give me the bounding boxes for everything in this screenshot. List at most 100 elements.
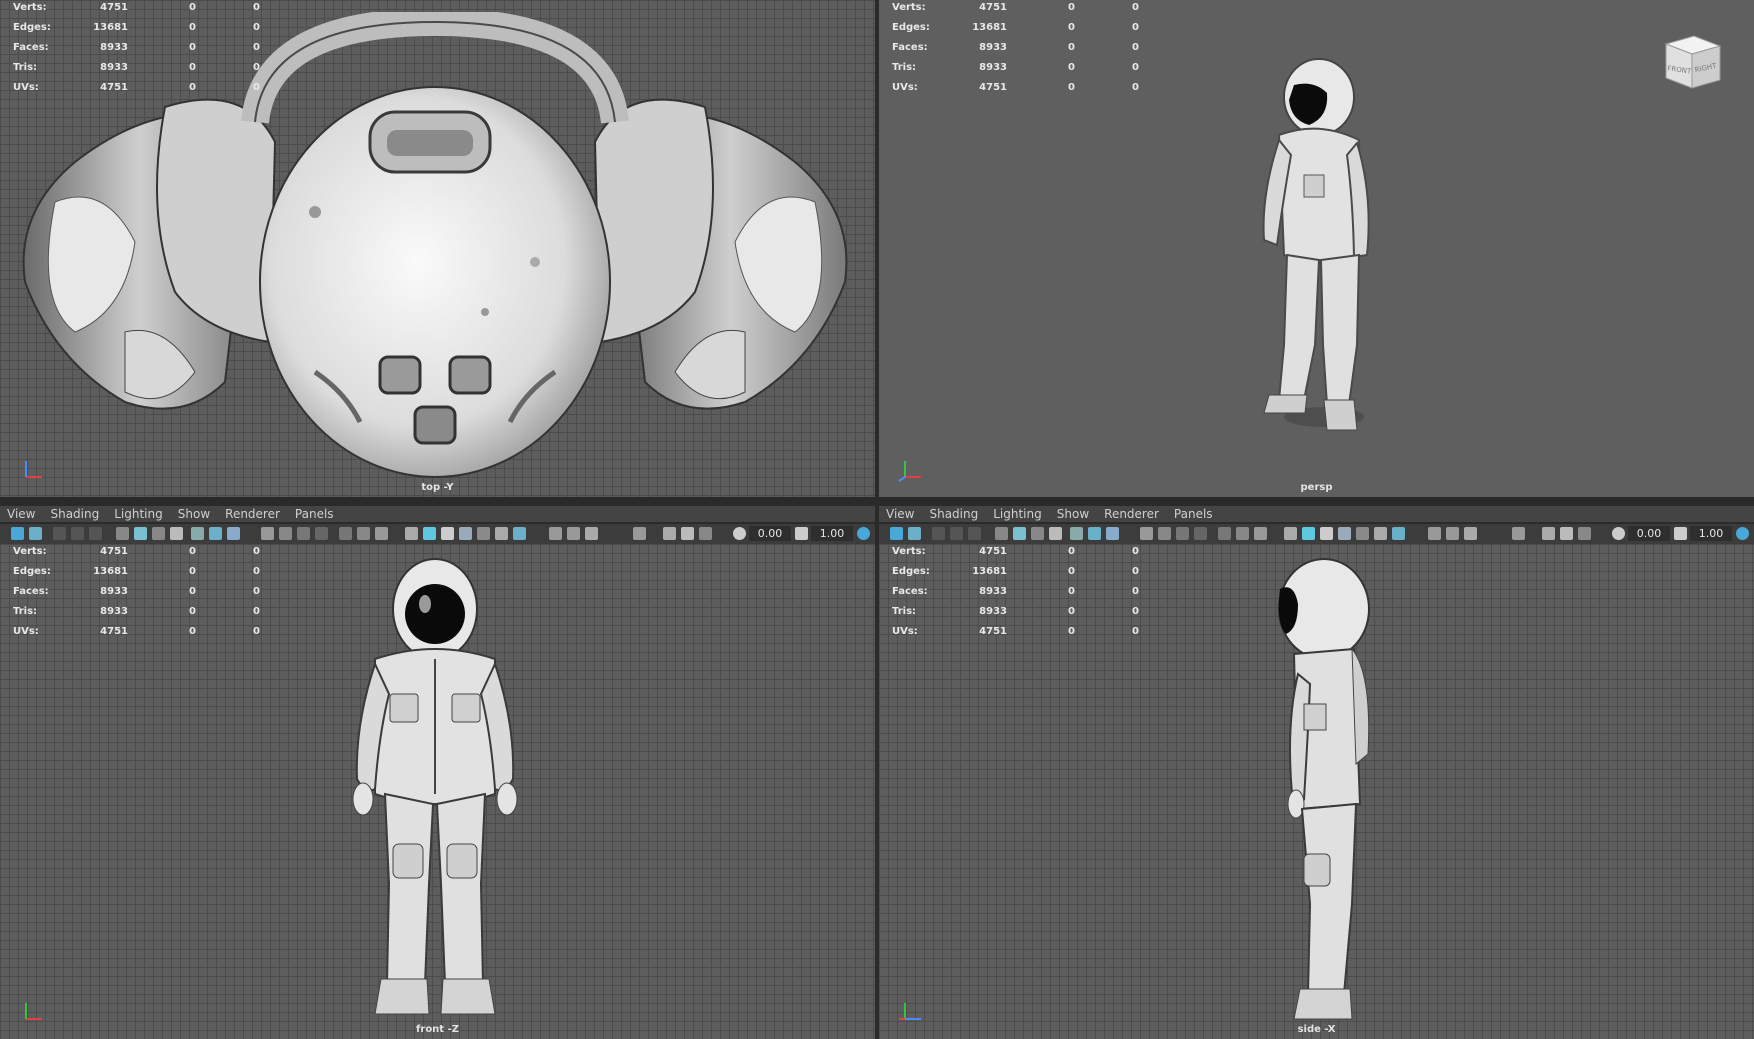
- poly-count-hud: Verts: 4751 0 0 Edges: 13681 0 0 Faces: 8933 0 0 …: [892, 2, 1139, 93]
- default-material-button[interactable]: [1320, 527, 1333, 540]
- bookmark-button[interactable]: [932, 527, 945, 540]
- isolate-button[interactable]: [357, 527, 370, 540]
- screen-space-ao-button[interactable]: [1392, 527, 1405, 540]
- astronaut-model-side[interactable]: [1264, 554, 1374, 1029]
- backface-culling-button[interactable]: [699, 527, 712, 540]
- axis-gizmo: [899, 1003, 921, 1020]
- menu-panels[interactable]: Panels: [295, 506, 334, 522]
- use-all-lights-button[interactable]: [1356, 527, 1369, 540]
- viewport-top[interactable]: Verts: 4751 0 0 Edges: 13681 0 0 Faces: 8933 0 0 …: [0, 0, 875, 497]
- film-gate-button[interactable]: [1013, 527, 1026, 540]
- screen-space-ao-button[interactable]: [513, 527, 526, 540]
- resolution-gate-button[interactable]: [152, 527, 165, 540]
- motion-blur-button[interactable]: [549, 527, 562, 540]
- gamma-field[interactable]: 1.00: [811, 526, 853, 541]
- menu-lighting[interactable]: Lighting: [114, 506, 163, 522]
- toggle-grid-button[interactable]: [279, 527, 292, 540]
- xray-active-button[interactable]: [1560, 527, 1573, 540]
- color-management-button[interactable]: [857, 527, 870, 540]
- text-overlay-button[interactable]: [1254, 527, 1267, 540]
- two-d-pan-button[interactable]: [89, 527, 102, 540]
- wireframe-button[interactable]: [1284, 527, 1297, 540]
- menu-view[interactable]: View: [7, 506, 35, 522]
- resolution-gate-button[interactable]: [1176, 527, 1189, 540]
- viewport-front[interactable]: Verts: 4751 0 0 Edges: 13681 0 0 Faces: 8933 0 0 …: [0, 544, 875, 1039]
- viewport-side[interactable]: Verts: 4751 0 0 Edges: 13681 0 0 Faces: 8933 0 0 …: [879, 544, 1754, 1039]
- menu-renderer[interactable]: Renderer: [225, 506, 280, 522]
- wireframe-grid-button[interactable]: [1140, 527, 1153, 540]
- safe-action-button[interactable]: [209, 527, 222, 540]
- resolution-gate-button[interactable]: [297, 527, 310, 540]
- gate-mask-button[interactable]: [1194, 527, 1207, 540]
- viewport-persp[interactable]: Verts: 4751 0 0 Edges: 13681 0 0 Faces: 8933 0 0 …: [879, 0, 1754, 497]
- smooth-shade-button[interactable]: [1302, 527, 1315, 540]
- motion-blur-button[interactable]: [1428, 527, 1441, 540]
- isolate-button[interactable]: [1236, 527, 1249, 540]
- menu-shading[interactable]: Shading: [50, 506, 99, 522]
- menu-view[interactable]: View: [886, 506, 914, 522]
- image-plane-button[interactable]: [950, 527, 963, 540]
- text-overlay-button[interactable]: [375, 527, 388, 540]
- field-chart-button[interactable]: [1070, 527, 1083, 540]
- resolution-gate-button[interactable]: [1031, 527, 1044, 540]
- film-gate-button[interactable]: [134, 527, 147, 540]
- gamma-icon[interactable]: [795, 527, 808, 540]
- menu-show[interactable]: Show: [178, 506, 210, 522]
- exposure-icon[interactable]: [1612, 527, 1625, 540]
- menu-renderer[interactable]: Renderer: [1104, 506, 1159, 522]
- xray-button[interactable]: [339, 527, 352, 540]
- shadows-button[interactable]: [1374, 527, 1387, 540]
- image-plane-button[interactable]: [71, 527, 84, 540]
- exposure-icon[interactable]: [733, 527, 746, 540]
- gamma-field[interactable]: 1.00: [1690, 526, 1732, 541]
- xray-button[interactable]: [1218, 527, 1231, 540]
- select-camera-button[interactable]: [11, 527, 24, 540]
- menu-lighting[interactable]: Lighting: [993, 506, 1042, 522]
- shadows-button[interactable]: [495, 527, 508, 540]
- safe-action-button[interactable]: [1088, 527, 1101, 540]
- bookmark-button[interactable]: [53, 527, 66, 540]
- safe-title-button[interactable]: [1106, 527, 1119, 540]
- isolate-select-button[interactable]: [633, 527, 646, 540]
- depth-of-field-button[interactable]: [1464, 527, 1477, 540]
- wireframe-button[interactable]: [405, 527, 418, 540]
- xray-joints-button[interactable]: [1542, 527, 1555, 540]
- backface-culling-button[interactable]: [1578, 527, 1591, 540]
- xray-joints-button[interactable]: [663, 527, 676, 540]
- toggle-grid-button[interactable]: [1158, 527, 1171, 540]
- gate-mask-button[interactable]: [170, 527, 183, 540]
- exposure-field[interactable]: 0.00: [749, 526, 791, 541]
- camera-attributes-button[interactable]: [908, 527, 921, 540]
- default-material-button[interactable]: [441, 527, 454, 540]
- astronaut-model-persp[interactable]: [1249, 55, 1379, 445]
- textured-button[interactable]: [1338, 527, 1351, 540]
- safe-title-button[interactable]: [227, 527, 240, 540]
- gamma-icon[interactable]: [1674, 527, 1687, 540]
- multisample-aa-button[interactable]: [567, 527, 580, 540]
- field-chart-button[interactable]: [191, 527, 204, 540]
- gate-mask-button[interactable]: [315, 527, 328, 540]
- camera-icon[interactable]: [995, 527, 1008, 540]
- camera-attributes-button[interactable]: [29, 527, 42, 540]
- xray-active-button[interactable]: [681, 527, 694, 540]
- depth-of-field-button[interactable]: [585, 527, 598, 540]
- select-camera-button[interactable]: [890, 527, 903, 540]
- two-d-pan-button[interactable]: [968, 527, 981, 540]
- color-management-button[interactable]: [1736, 527, 1749, 540]
- menu-panels[interactable]: Panels: [1174, 506, 1213, 522]
- camera-icon[interactable]: [116, 527, 129, 540]
- view-cube[interactable]: FRONT RIGHT: [1660, 28, 1726, 94]
- isolate-select-button[interactable]: [1512, 527, 1525, 540]
- menu-shading[interactable]: Shading: [929, 506, 978, 522]
- gate-mask-button[interactable]: [1049, 527, 1062, 540]
- smooth-shade-button[interactable]: [423, 527, 436, 540]
- menu-show[interactable]: Show: [1057, 506, 1089, 522]
- textured-button[interactable]: [459, 527, 472, 540]
- axis-gizmo: [25, 461, 42, 478]
- astronaut-model-front[interactable]: [345, 554, 525, 1029]
- use-all-lights-button[interactable]: [477, 527, 490, 540]
- exposure-field[interactable]: 0.00: [1628, 526, 1670, 541]
- wireframe-grid-button[interactable]: [261, 527, 274, 540]
- camera-label: side -X: [1297, 1024, 1336, 1035]
- multisample-aa-button[interactable]: [1446, 527, 1459, 540]
